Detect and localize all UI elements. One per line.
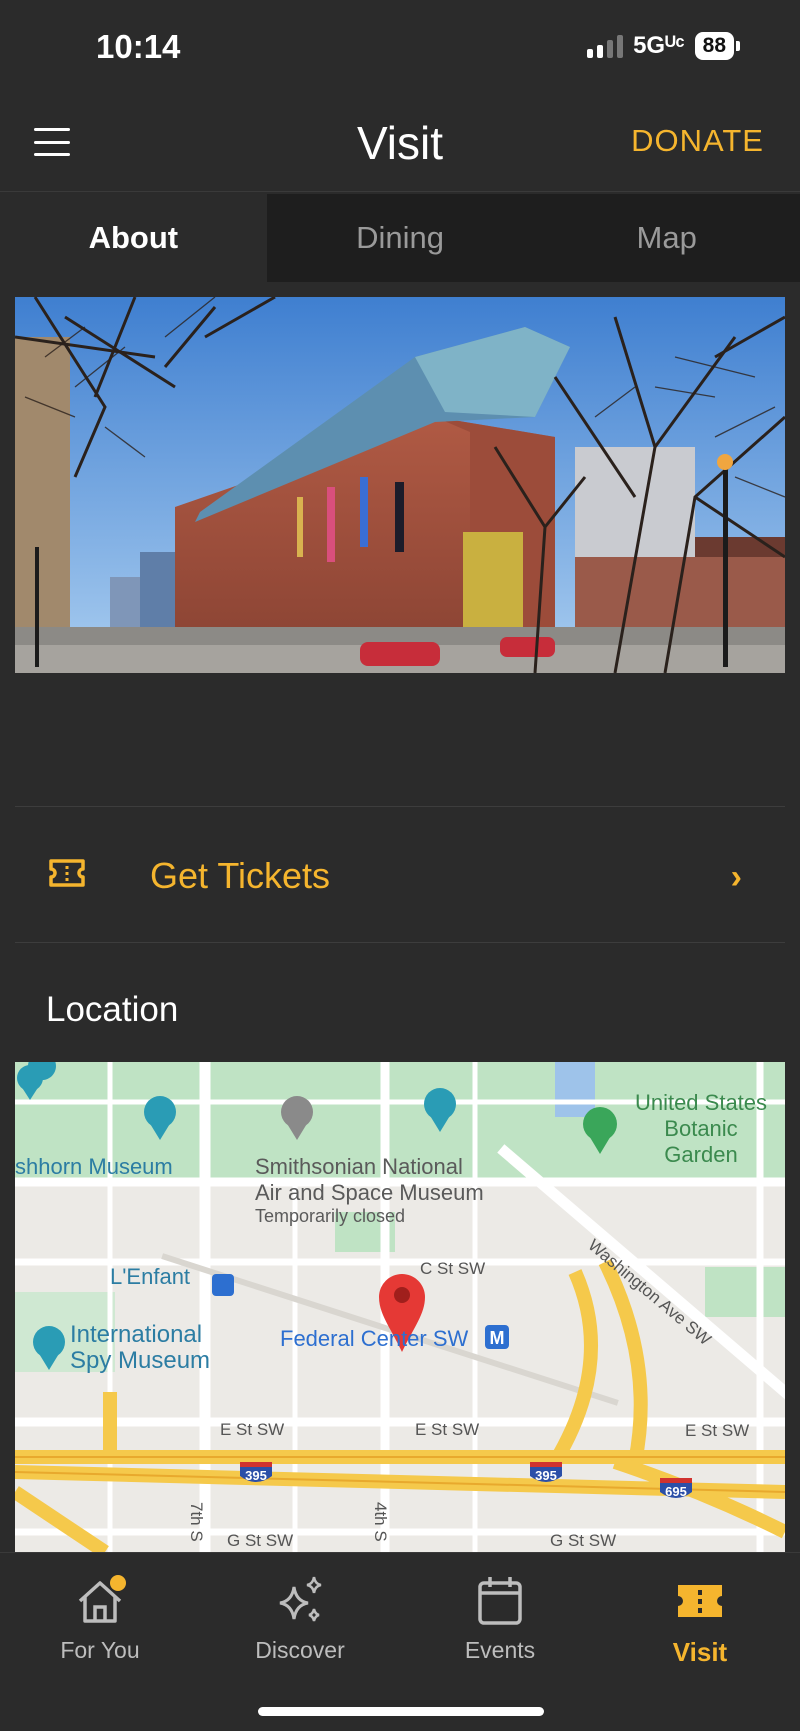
map-label: G St SW [227,1531,293,1550]
divider [15,942,785,943]
ticket-icon [49,859,85,887]
map-label: 395 [245,1468,267,1483]
get-tickets-label: Get Tickets [150,855,331,896]
map-label: 4th S [371,1502,390,1542]
tab-about[interactable]: About [0,194,267,282]
map-label: Temporarily closed [255,1206,405,1226]
home-indicator[interactable] [258,1707,544,1716]
status-bar: 10:14 5Gᵁᶜ 88 [0,0,800,96]
tab-dining[interactable]: Dining [267,194,534,282]
map-label: Spy Museum [70,1347,210,1374]
map-label: E St SW [220,1420,284,1439]
get-tickets-row[interactable]: Get Tickets › [0,808,800,942]
status-indicators: 5Gᵁᶜ 88 [587,32,740,60]
calendar-icon [478,1577,522,1625]
nav-item-discover[interactable]: Discover [200,1553,400,1731]
location-map[interactable]: M shhorn Museum L'Enfant International S… [15,1062,785,1552]
map-label: E St SW [685,1421,749,1440]
bottom-nav: For You Discover Events Visit [0,1552,800,1731]
map-label: shhorn Museum [15,1154,173,1179]
nav-label: Discover [255,1637,345,1663]
svg-text:M: M [490,1328,505,1348]
tab-map[interactable]: Map [533,194,800,282]
map-label: 695 [665,1484,687,1499]
map-label: L'Enfant [110,1264,190,1289]
map-label: E St SW [415,1420,479,1439]
nav-item-events[interactable]: Events [400,1553,600,1731]
museum-photo-illustration [15,297,785,673]
chevron-right-icon: › [730,858,742,896]
map-label: 395 [535,1468,557,1483]
map-canvas: M shhorn Museum L'Enfant International S… [15,1062,785,1552]
map-label: Air and Space Museum [255,1180,484,1205]
status-time: 10:14 [96,28,181,65]
sparkle-icon [279,1576,322,1622]
nav-item-for-you[interactable]: For You [0,1553,200,1731]
map-label: 7th S [187,1502,206,1542]
map-label: Botanic [664,1116,737,1141]
home-icon [78,1575,126,1623]
nav-label: Visit [672,1637,728,1667]
app-header: Visit DONATE [0,96,800,192]
signal-icon [587,34,624,58]
map-label: Smithsonian National [255,1154,463,1179]
map-label: G St SW [550,1531,616,1550]
map-label: International [70,1321,202,1348]
battery-icon: 88 [694,32,740,60]
map-label: United States [635,1090,767,1115]
location-heading: Location [46,990,179,1029]
nav-label: For You [60,1637,140,1663]
ticket-icon [678,1585,722,1617]
tab-bar: About Dining Map [0,194,800,282]
nav-label: Events [464,1637,536,1663]
map-label: Federal Center SW [280,1326,469,1351]
nav-item-visit[interactable]: Visit [600,1553,800,1731]
divider [15,806,785,807]
map-label: Garden [664,1142,737,1167]
map-label: C St SW [420,1259,485,1278]
museum-photo [15,297,785,673]
battery-level: 88 [694,32,734,60]
donate-button[interactable]: DONATE [631,123,764,159]
network-label: 5Gᵁᶜ [633,32,685,59]
